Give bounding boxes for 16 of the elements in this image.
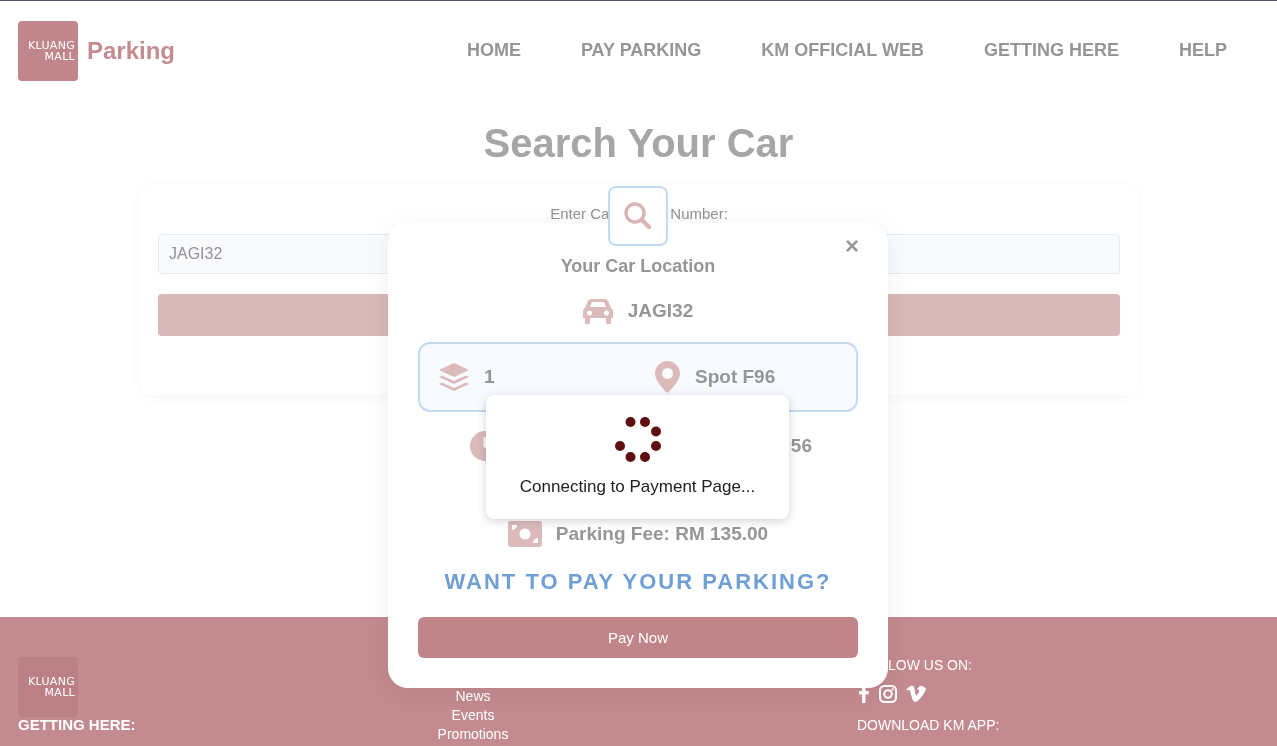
parking-fee-text: Parking Fee: RM 135.00 [555,523,769,545]
plate-number: JAGI32 [627,300,694,322]
floor-text: 1 [484,366,495,388]
pay-prompt: WANT TO PAY YOUR PARKING? [444,568,832,596]
footer-heading: GETTING HERE: [18,717,136,732]
field-label: Number: [670,205,728,223]
time-text: 56 [790,435,812,457]
footer-label: LOW US ON: [888,657,972,673]
logo: KLUANG MALL [18,657,78,717]
loading-message: Connecting to Payment Page... [519,477,756,497]
page-title: Search Your Car [483,120,794,167]
brand-title: Parking [87,36,176,65]
modal-title: Your Car Location [560,255,716,278]
footer-label: DOWNLOAD KM APP: [857,717,1000,733]
field-label: Enter Ca [550,205,610,223]
spot-text: Spot F96 [695,366,776,388]
